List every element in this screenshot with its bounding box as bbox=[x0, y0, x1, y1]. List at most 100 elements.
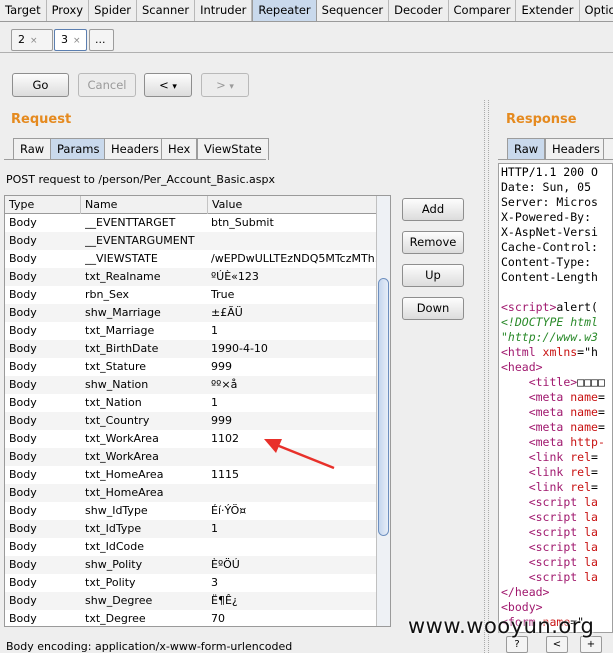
code-token: la bbox=[584, 555, 598, 569]
main-tab-optio[interactable]: Optio bbox=[580, 0, 613, 21]
main-tab-spider[interactable]: Spider bbox=[89, 0, 137, 21]
code-token: <meta bbox=[528, 420, 571, 434]
table-row[interactable]: Body txt_Nation 1 bbox=[5, 394, 378, 412]
table-row[interactable]: Body shw_Nation ºº×å bbox=[5, 376, 378, 394]
response-body-line: <link rel= bbox=[501, 465, 598, 480]
tab-response-more[interactable] bbox=[603, 138, 613, 160]
tab-response-headers[interactable]: Headers bbox=[545, 138, 607, 160]
table-row[interactable]: Body txt_Realname ºÚÈ«123 bbox=[5, 268, 378, 286]
table-row[interactable]: Body txt_IdCode bbox=[5, 538, 378, 556]
new-tab-button[interactable]: ... bbox=[89, 29, 114, 51]
response-body-line: <!DOCTYPE html bbox=[501, 315, 598, 330]
table-row[interactable]: Body txt_Stature 999 bbox=[5, 358, 378, 376]
code-token: <title> bbox=[528, 375, 578, 389]
cell-type: Body bbox=[9, 360, 37, 373]
column-value[interactable]: Value bbox=[208, 196, 378, 214]
close-icon[interactable]: × bbox=[30, 36, 38, 46]
repeater-tab-2[interactable]: 2 × bbox=[11, 29, 53, 51]
code-token: la bbox=[584, 540, 598, 554]
split-pane-divider[interactable] bbox=[484, 100, 489, 653]
response-header-line: Server: Micros bbox=[501, 195, 598, 209]
remove-button[interactable]: Remove bbox=[402, 231, 464, 254]
table-row[interactable]: Body __VIEWSTATE/wEPDwULLTEzNDQ5MTczMTh..… bbox=[5, 250, 378, 268]
repeater-tab-bar: 2 × 3 × ... bbox=[0, 23, 613, 53]
up-button[interactable]: Up bbox=[402, 264, 464, 287]
repeater-tab-3[interactable]: 3 × bbox=[54, 29, 87, 51]
table-row[interactable]: Body __EVENTTARGET btn_Submit bbox=[5, 214, 378, 232]
tab-hex[interactable]: Hex bbox=[161, 138, 198, 160]
table-row[interactable]: Body shw_Degree Ë¶Ê¿ bbox=[5, 592, 378, 610]
tab-response-raw[interactable]: Raw bbox=[507, 138, 546, 160]
cell-type: Body bbox=[9, 504, 37, 517]
code-token: la bbox=[584, 525, 598, 539]
cell-value: True bbox=[211, 288, 235, 301]
main-tab-proxy[interactable]: Proxy bbox=[47, 0, 90, 21]
main-tab-comparer[interactable]: Comparer bbox=[449, 0, 517, 21]
down-button[interactable]: Down bbox=[402, 297, 464, 320]
response-header-line: Date: Sun, 05 bbox=[501, 180, 598, 194]
tab-params[interactable]: Params bbox=[50, 138, 107, 160]
code-token: <script bbox=[528, 570, 585, 584]
cell-name: txt_Realname bbox=[85, 270, 161, 283]
response-header-line: Cache-Control: bbox=[501, 240, 598, 254]
next-match-button[interactable]: + bbox=[580, 636, 602, 653]
add-button[interactable]: Add bbox=[402, 198, 464, 221]
cell-value: /wEPDwULLTEzNDQ5MTczMTh... bbox=[211, 252, 377, 265]
table-row[interactable]: Body txt_IdType 1 bbox=[5, 520, 378, 538]
cell-type: Body bbox=[9, 252, 37, 265]
table-scrollbar[interactable] bbox=[376, 196, 390, 626]
code-token: <script bbox=[528, 555, 585, 569]
cell-type: Body bbox=[9, 450, 37, 463]
main-tab-repeater[interactable]: Repeater bbox=[252, 0, 317, 21]
scrollbar-thumb[interactable] bbox=[378, 278, 389, 536]
response-body-line: <meta name= bbox=[501, 405, 605, 420]
forward-button[interactable]: > ▾ bbox=[201, 73, 249, 97]
tab-headers[interactable]: Headers bbox=[104, 138, 166, 160]
code-token: <meta bbox=[528, 405, 571, 419]
main-tab-sequencer[interactable]: Sequencer bbox=[317, 0, 390, 21]
main-tab-target[interactable]: Target bbox=[0, 0, 47, 21]
column-type[interactable]: Type bbox=[5, 196, 81, 214]
cell-value: 1990-4-10 bbox=[211, 342, 268, 355]
code-token: = bbox=[597, 390, 605, 404]
go-button[interactable]: Go bbox=[12, 73, 69, 97]
response-editor[interactable]: HTTP/1.1 200 O Date: Sun, 05 Server: Micr… bbox=[498, 163, 613, 633]
main-tab-decoder[interactable]: Decoder bbox=[389, 0, 449, 21]
table-row[interactable]: Body txt_Polity 3 bbox=[5, 574, 378, 592]
table-row[interactable]: Body shw_Polity ÈºÖÚ bbox=[5, 556, 378, 574]
table-row[interactable]: Body shw_IdType Éí·ÝÖ¤ bbox=[5, 502, 378, 520]
table-row[interactable]: Body txt_Country 999 bbox=[5, 412, 378, 430]
table-row[interactable]: Body txt_BirthDate 1990-4-10 bbox=[5, 340, 378, 358]
prev-match-button[interactable]: < bbox=[546, 636, 568, 653]
tab-raw[interactable]: Raw bbox=[13, 138, 52, 160]
table-row[interactable]: Body txt_HomeArea bbox=[5, 484, 378, 502]
cell-type: Body bbox=[9, 540, 37, 553]
cell-value: 1 bbox=[211, 522, 218, 535]
table-row[interactable]: Body txt_Degree 70 bbox=[5, 610, 378, 626]
table-row[interactable]: Body shw_Marriage ±£ÃÜ bbox=[5, 304, 378, 322]
main-tab-scanner[interactable]: Scanner bbox=[137, 0, 196, 21]
cell-name: shw_Polity bbox=[85, 558, 143, 571]
response-body-line: <meta name= bbox=[501, 420, 605, 435]
help-button[interactable]: ? bbox=[506, 636, 528, 653]
cell-name: txt_WorkArea bbox=[85, 450, 159, 463]
main-tab-extender[interactable]: Extender bbox=[516, 0, 580, 21]
code-token: rel bbox=[570, 480, 592, 494]
back-button[interactable]: < ▾ bbox=[144, 73, 192, 97]
cell-type: Body bbox=[9, 324, 37, 337]
cell-name: txt_IdType bbox=[85, 522, 142, 535]
main-tab-intruder[interactable]: Intruder bbox=[195, 0, 253, 21]
code-token: http- bbox=[570, 435, 605, 449]
table-row[interactable]: Body txt_Marriage 1 bbox=[5, 322, 378, 340]
column-name[interactable]: Name bbox=[81, 196, 208, 214]
code-token: = bbox=[591, 465, 598, 479]
table-row[interactable]: Body rbn_Sex True bbox=[5, 286, 378, 304]
cancel-button[interactable]: Cancel bbox=[78, 73, 136, 97]
tab-viewstate[interactable]: ViewState bbox=[197, 138, 269, 160]
table-row[interactable]: Body __EVENTARGUMENT bbox=[5, 232, 378, 250]
close-icon[interactable]: × bbox=[73, 36, 81, 46]
